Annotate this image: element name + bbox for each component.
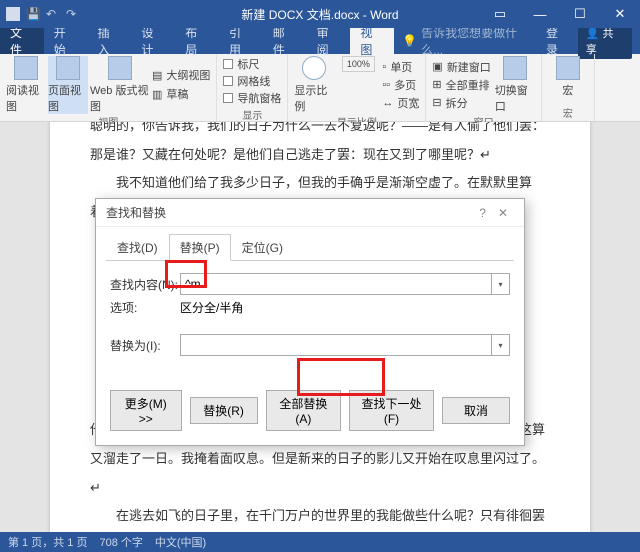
share-icon: 👤 xyxy=(586,28,600,40)
options-value: 区分全/半角 xyxy=(180,299,243,316)
group-macros: 宏 宏 xyxy=(542,54,595,121)
login-link[interactable]: 登录 xyxy=(546,24,570,58)
pagewidth-icon: ↔ xyxy=(382,97,393,109)
find-dropdown-icon[interactable]: ▾ xyxy=(492,273,510,295)
tab-insert[interactable]: 插入 xyxy=(88,28,132,54)
group-show: 标尺 网格线 导航窗格 显示 xyxy=(217,54,288,121)
split-button[interactable]: ⊟拆分 xyxy=(432,95,490,111)
page-view-button[interactable]: 页面视图 xyxy=(48,56,88,114)
minimize-icon[interactable]: — xyxy=(520,0,560,28)
more-button[interactable]: 更多(M) >> xyxy=(110,390,182,431)
multi-page-button[interactable]: ▫▫多页 xyxy=(382,77,419,93)
zoom-button[interactable]: 显示比例 xyxy=(294,56,334,114)
statusbar: 第 1 页，共 1 页 708 个字 中文(中国) xyxy=(0,532,640,552)
ribbon: 阅读视图 页面视图 Web 版式视图 ▤大纲视图 ▥草稿 视图 标尺 网格线 导… xyxy=(0,54,640,122)
tell-me[interactable]: 💡 告诉我您想要做什么... xyxy=(394,24,546,58)
onepage-icon: ▫ xyxy=(382,61,386,73)
newwin-icon: ▣ xyxy=(432,60,442,73)
tab-view[interactable]: 视图 xyxy=(350,28,394,54)
ribbon-options-icon[interactable]: ▭ xyxy=(480,0,520,28)
paragraph[interactable]: 聪明的，你告诉我，我们的日子为什么一去不复返呢？——是有人偷了他们罢：那是谁？又… xyxy=(90,122,550,169)
macros-button[interactable]: 宏 xyxy=(548,56,588,98)
multipage-icon: ▫▫ xyxy=(382,79,390,91)
word-icon xyxy=(6,7,20,21)
dialog-close-icon[interactable]: ✕ xyxy=(492,206,514,220)
status-words[interactable]: 708 个字 xyxy=(99,534,142,550)
find-next-button[interactable]: 查找下一处(F) xyxy=(349,390,434,431)
ribbon-tabs: 文件 开始 插入 设计 布局 引用 邮件 审阅 视图 💡 告诉我您想要做什么..… xyxy=(0,28,640,54)
maximize-icon[interactable]: ☐ xyxy=(560,0,600,28)
draft-view-button[interactable]: ▥草稿 xyxy=(152,86,210,102)
replace-dropdown-icon[interactable]: ▾ xyxy=(492,334,510,356)
redo-icon[interactable]: ↷ xyxy=(66,7,80,21)
arrange-all-button[interactable]: ⊞全部重排 xyxy=(432,77,490,93)
switch-window-button[interactable]: 切换窗口 xyxy=(495,56,535,114)
lightbulb-icon: 💡 xyxy=(402,34,417,48)
tab-find[interactable]: 查找(D) xyxy=(106,234,169,261)
dialog-help-icon[interactable]: ? xyxy=(473,206,492,220)
tab-home[interactable]: 开始 xyxy=(44,28,88,54)
draft-icon: ▥ xyxy=(152,88,162,101)
tab-review[interactable]: 审阅 xyxy=(307,28,351,54)
one-page-button[interactable]: ▫单页 xyxy=(382,59,419,75)
undo-icon[interactable]: ↶ xyxy=(46,7,60,21)
find-replace-dialog: 查找和替换 ? ✕ 查找(D) 替换(P) 定位(G) 查找内容(N): ▾ 选… xyxy=(95,198,525,446)
options-label: 选项: xyxy=(110,299,180,316)
group-window: ▣新建窗口 ⊞全部重排 ⊟拆分 切换窗口 窗口 xyxy=(426,54,541,121)
tell-me-text: 告诉我您想要做什么... xyxy=(421,24,538,58)
dialog-titlebar[interactable]: 查找和替换 ? ✕ xyxy=(96,199,524,227)
paragraph[interactable]: 在逃去如飞的日子里，在千门万户的世界里的我能做些什么呢？只有徘徊罢了，只有匆匆罢… xyxy=(90,502,550,532)
group-views: 阅读视图 页面视图 Web 版式视图 ▤大纲视图 ▥草稿 视图 xyxy=(0,54,217,121)
split-icon: ⊟ xyxy=(432,96,441,109)
outline-icon: ▤ xyxy=(152,69,162,82)
replace-button[interactable]: 替换(R) xyxy=(190,397,258,424)
dialog-tabs: 查找(D) 替换(P) 定位(G) xyxy=(106,233,514,261)
tab-layout[interactable]: 布局 xyxy=(175,28,219,54)
close-icon[interactable]: ✕ xyxy=(600,0,640,28)
tab-goto[interactable]: 定位(G) xyxy=(231,234,294,261)
ruler-checkbox[interactable] xyxy=(223,59,233,69)
tab-references[interactable]: 引用 xyxy=(219,28,263,54)
replace-all-button[interactable]: 全部替换(A) xyxy=(266,390,341,431)
read-view-button[interactable]: 阅读视图 xyxy=(6,56,46,114)
find-input[interactable] xyxy=(180,273,492,295)
outline-view-button[interactable]: ▤大纲视图 xyxy=(152,67,210,83)
save-icon[interactable]: 💾 xyxy=(26,7,40,21)
arrange-icon: ⊞ xyxy=(432,78,441,91)
web-view-button[interactable]: Web 版式视图 xyxy=(90,56,150,114)
dialog-title: 查找和替换 xyxy=(106,204,473,221)
find-label: 查找内容(N): xyxy=(110,276,180,293)
page-width-button[interactable]: ↔页宽 xyxy=(382,95,419,111)
navpane-checkbox[interactable] xyxy=(223,93,233,103)
status-language[interactable]: 中文(中国) xyxy=(155,534,206,550)
status-page[interactable]: 第 1 页，共 1 页 xyxy=(8,534,87,550)
replace-input[interactable] xyxy=(180,334,492,356)
gridlines-checkbox[interactable] xyxy=(223,76,233,86)
replace-label: 替换为(I): xyxy=(110,337,180,354)
titlebar: 💾 ↶ ↷ 新建 DOCX 文档.docx - Word ▭ — ☐ ✕ xyxy=(0,0,640,28)
group-zoom: 显示比例 100% ▫单页 ▫▫多页 ↔页宽 显示比例 xyxy=(288,54,426,121)
cancel-button[interactable]: 取消 xyxy=(442,397,510,424)
tab-mailings[interactable]: 邮件 xyxy=(263,28,307,54)
tab-replace[interactable]: 替换(P) xyxy=(169,234,231,261)
tab-file[interactable]: 文件 xyxy=(0,28,44,54)
zoom-100-button[interactable]: 100% xyxy=(338,56,378,114)
tab-design[interactable]: 设计 xyxy=(131,28,175,54)
new-window-button[interactable]: ▣新建窗口 xyxy=(432,59,490,75)
window-title: 新建 DOCX 文档.docx - Word xyxy=(241,6,398,23)
